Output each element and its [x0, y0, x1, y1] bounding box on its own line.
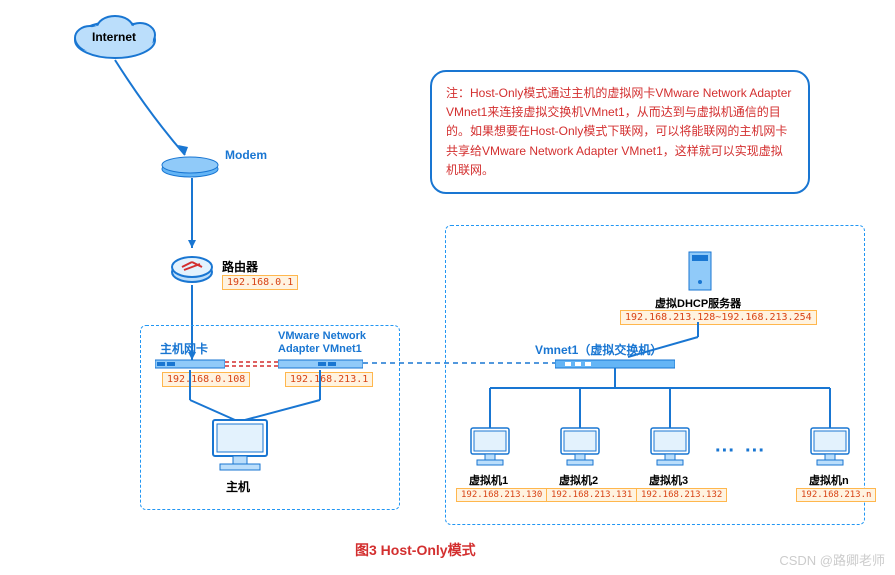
- router-ip: 192.168.0.1: [222, 275, 298, 290]
- vm3-label: 虚拟机3: [649, 472, 688, 488]
- lines-switch-vms: [460, 368, 860, 433]
- figure-caption: 图3 Host-Only模式: [355, 540, 476, 560]
- vm-ellipsis: ···: [715, 440, 735, 463]
- dhcp-server-icon: [685, 250, 715, 292]
- note-text: 注：Host-Only模式通过主机的虚拟网卡VMware Network Ada…: [446, 86, 791, 177]
- vmn-ip: 192.168.213.n: [796, 488, 876, 502]
- vm-icon: [465, 425, 515, 470]
- router-icon: [170, 250, 215, 285]
- internet-label: Internet: [92, 30, 136, 44]
- vm-icon: [555, 425, 605, 470]
- vm3-ip: 192.168.213.132: [636, 488, 727, 502]
- red-dashed-link: [225, 360, 280, 368]
- vm2-ip: 192.168.213.131: [546, 488, 637, 502]
- host-label: 主机: [226, 478, 250, 495]
- router-label: 路由器: [222, 258, 258, 275]
- vm-ellipsis: ···: [745, 440, 765, 463]
- vmware-adapter-label: VMware NetworkAdapter VMnet1: [278, 330, 366, 356]
- host-nic-label: 主机网卡: [160, 340, 208, 357]
- host-computer-icon: [205, 415, 275, 475]
- dhcp-label: 虚拟DHCP服务器: [655, 295, 741, 311]
- vmware-adapter-icon: [278, 358, 363, 370]
- modem-label: Modem: [225, 148, 267, 162]
- vm2-label: 虚拟机2: [559, 472, 598, 488]
- vm1-label: 虚拟机1: [469, 472, 508, 488]
- modem-icon: [160, 155, 220, 180]
- line-cloud-modem: [110, 55, 210, 170]
- line-modem-router: [187, 178, 197, 253]
- note-box: 注：Host-Only模式通过主机的虚拟网卡VMware Network Ada…: [430, 70, 810, 194]
- watermark: CSDN @路卿老师: [779, 550, 885, 569]
- vm1-ip: 192.168.213.130: [456, 488, 547, 502]
- vswitch-label: Vmnet1（虚拟交换机）: [535, 341, 662, 358]
- host-nic-icon: [155, 358, 225, 370]
- vmn-label: 虚拟机n: [809, 472, 849, 488]
- vm-icon: [805, 425, 855, 470]
- vm-icon: [645, 425, 695, 470]
